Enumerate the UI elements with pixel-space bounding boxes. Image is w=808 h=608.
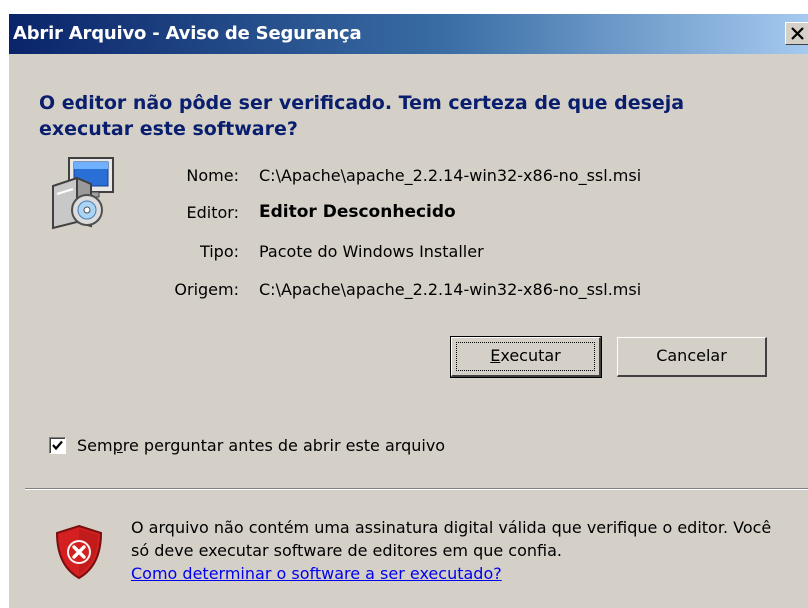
dialog-question: O editor não pôde ser verificado. Tem ce… — [39, 92, 685, 140]
warning-message: O arquivo não contém uma assinatura digi… — [131, 516, 791, 585]
title-bar[interactable]: Abrir Arquivo - Aviso de Segurança — [9, 14, 808, 54]
run-button-mnemonic: E — [490, 346, 501, 365]
name-label: Nome: — [186, 166, 239, 185]
help-link[interactable]: Como determinar o software a ser executa… — [131, 564, 502, 583]
page: Abrir Arquivo - Aviso de Segurança O edi… — [0, 0, 808, 608]
type-label: Tipo: — [199, 242, 239, 261]
always-ask-checkbox[interactable] — [49, 437, 66, 454]
close-icon — [791, 27, 804, 40]
publisher-value: Editor Desconhecido — [259, 202, 456, 222]
window-title: Abrir Arquivo - Aviso de Segurança — [13, 23, 362, 44]
separator — [25, 488, 808, 490]
type-value: Pacote do Windows Installer — [259, 242, 484, 261]
always-ask-label-rest: re perguntar antes de abrir este arquivo — [122, 436, 446, 455]
always-ask-label-mnemonic: p — [112, 436, 123, 455]
origin-label: Origem: — [174, 280, 239, 299]
always-ask-label-part: Sem — [77, 436, 113, 455]
origin-value: C:\Apache\apache_2.2.14-win32-x86-no_ssl… — [259, 280, 642, 299]
warning-text: O arquivo não contém uma assinatura digi… — [131, 518, 772, 560]
publisher-label: Editor: — [186, 203, 239, 222]
security-warning-dialog: Abrir Arquivo - Aviso de Segurança O edi… — [8, 14, 808, 608]
checkmark-icon — [52, 440, 63, 451]
always-ask-label[interactable]: Sempre perguntar antes de abrir este arq… — [77, 436, 445, 455]
run-button[interactable]: Executar — [450, 336, 602, 378]
cancel-button[interactable]: Cancelar — [617, 337, 767, 377]
security-shield-error-icon — [55, 524, 103, 580]
close-button[interactable] — [785, 22, 808, 45]
cancel-button-label: Cancelar — [656, 346, 727, 365]
run-button-label: xecutar — [500, 346, 561, 365]
name-value: C:\Apache\apache_2.2.14-win32-x86-no_ssl… — [259, 166, 642, 185]
